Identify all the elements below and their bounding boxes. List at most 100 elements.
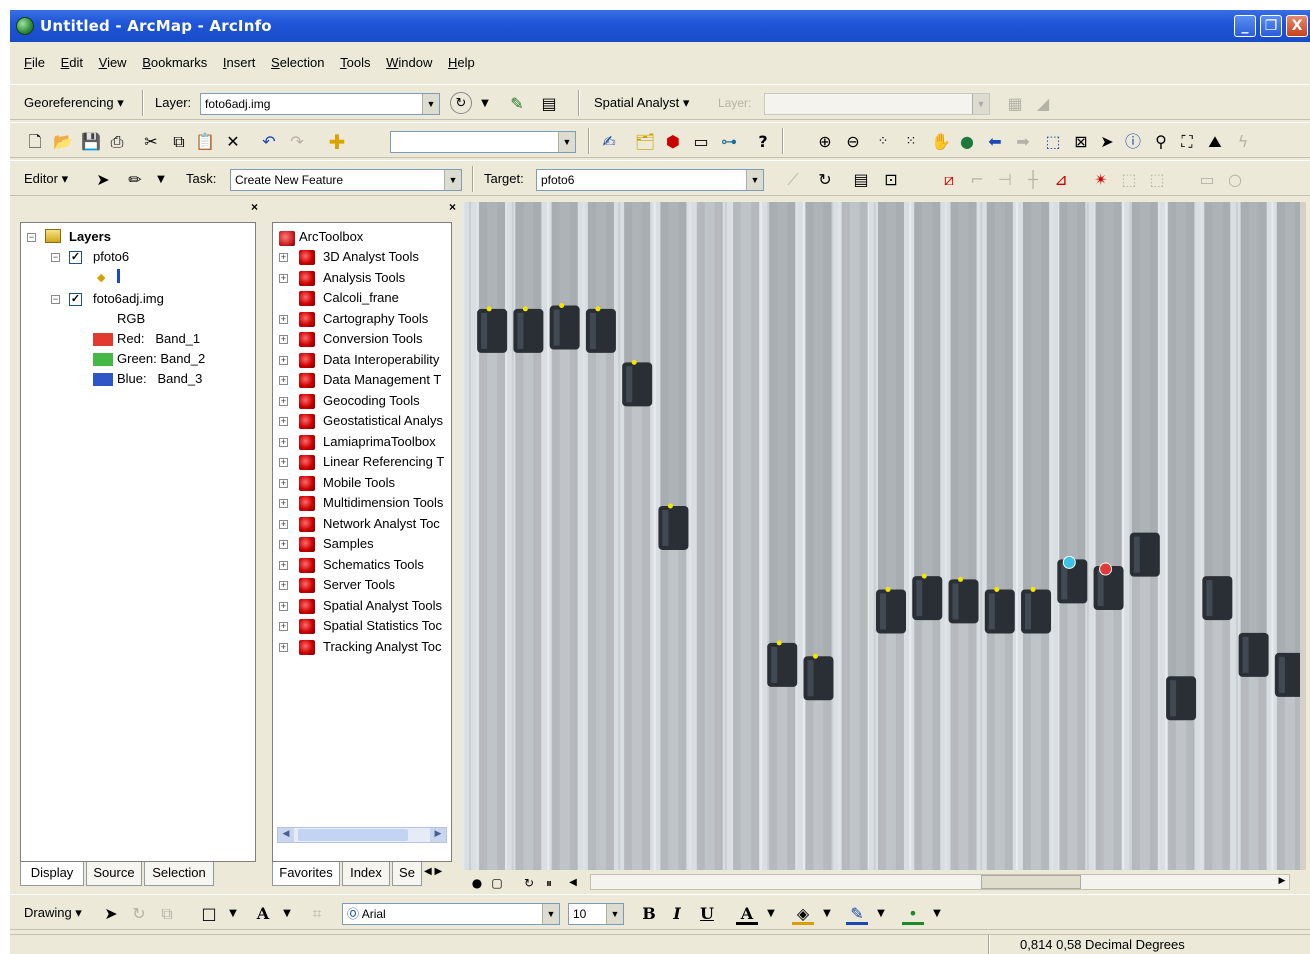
toolbox-item[interactable]: 3D Analyst Tools (323, 247, 419, 267)
tab-selection[interactable]: Selection (144, 862, 214, 886)
undo-icon[interactable]: ↶ (258, 131, 280, 153)
expand-toolbox-icon[interactable]: + (279, 540, 288, 549)
expand-toolbox-icon[interactable]: + (279, 376, 288, 385)
menu-view[interactable]: View (99, 50, 127, 76)
delete-icon[interactable]: ✕ (222, 131, 244, 153)
vertical-scrollbar[interactable] (1300, 202, 1306, 870)
rectangle-dropdown-icon[interactable]: ▼ (222, 903, 244, 925)
close-icon[interactable]: × (449, 200, 456, 214)
layer-checkbox[interactable]: ✓ (69, 293, 82, 306)
toolbox-item[interactable]: Cartography Tools (323, 309, 428, 329)
save-icon[interactable]: 💾 (80, 131, 102, 153)
line-color-dropdown-icon[interactable]: ▼ (870, 903, 892, 925)
toolbox-item[interactable]: Server Tools (323, 575, 395, 595)
command-line-icon[interactable]: ▭ (690, 131, 712, 153)
fixed-zoom-in-icon[interactable]: ⁘ (872, 131, 894, 153)
tab-display[interactable]: Display (20, 862, 84, 886)
editor-menu[interactable]: Editor ▾ (24, 161, 68, 197)
expand-toolbox-icon[interactable]: + (279, 560, 288, 570)
expand-toolbox-icon[interactable]: + (279, 499, 288, 508)
layer-checkbox[interactable]: ✓ (69, 251, 82, 264)
underline-button[interactable]: U (696, 903, 718, 925)
data-view-icon[interactable]: ● (466, 872, 488, 894)
line-color-icon[interactable]: ✎ (846, 903, 868, 925)
expand-toolbox-icon[interactable]: + (279, 519, 288, 529)
toolbox-item[interactable]: Spatial Analyst Tools (323, 596, 442, 616)
toolbox-item[interactable]: Multidimension Tools (323, 493, 443, 513)
fixed-zoom-out-icon[interactable]: ⁙ (900, 131, 922, 153)
add-control-points-icon[interactable]: ✎ (506, 93, 528, 115)
toolbox-root[interactable]: ArcToolbox (299, 227, 363, 247)
expand-toolbox-icon[interactable]: + (279, 478, 288, 488)
arccatalog-icon[interactable]: 🗂 (634, 131, 656, 153)
add-data-icon[interactable]: ✚ (326, 131, 348, 153)
toolbox-item[interactable]: Geocoding Tools (323, 391, 420, 411)
arctoolbox-icon[interactable]: ⬢ (662, 131, 684, 153)
attributes-icon[interactable]: ▤ (850, 169, 872, 191)
horizontal-scrollbar[interactable]: ◀ ▶ (277, 827, 447, 843)
validate-topology-icon[interactable]: ✴ (1090, 169, 1112, 191)
pan-icon[interactable]: ✋ (930, 131, 952, 153)
expand-toolbox-icon[interactable]: + (279, 417, 288, 426)
menu-file[interactable]: File (24, 50, 45, 76)
refresh-icon[interactable]: ↻ (518, 872, 540, 894)
menu-selection[interactable]: Selection (271, 50, 324, 76)
menu-insert[interactable]: Insert (223, 50, 256, 76)
tab-scroll-icon[interactable]: ◀ ▶ (424, 866, 442, 877)
close-button[interactable]: X (1286, 15, 1308, 37)
spatial-analyst-menu[interactable]: Spatial Analyst ▾ (594, 85, 689, 121)
scroll-thumb[interactable] (981, 875, 1081, 889)
sketch-properties-icon[interactable]: ⊡ (880, 169, 902, 191)
scroll-right-icon[interactable]: ▶ (430, 828, 446, 842)
menu-edit[interactable]: Edit (61, 50, 83, 76)
fill-color-dropdown-icon[interactable]: ▼ (816, 903, 838, 925)
font-dropdown[interactable]: Ⓞ Arial ▼ (342, 903, 560, 925)
menu-help[interactable]: Help (448, 50, 475, 76)
scroll-right-icon[interactable]: ▶ (1275, 875, 1289, 889)
measure-icon[interactable]: ⛰ (1204, 131, 1226, 153)
expand-toolbox-icon[interactable]: + (279, 458, 288, 467)
collapse-layer-icon[interactable]: − (51, 295, 60, 304)
sa-layer-dropdown[interactable]: ▼ (764, 93, 990, 115)
cut-icon[interactable]: ✂ (140, 131, 162, 153)
back-extent-icon[interactable]: ⬅ (984, 131, 1006, 153)
tab-index[interactable]: Index (342, 862, 390, 886)
map-view[interactable] (462, 202, 1306, 870)
new-document-icon[interactable]: 🗋 (24, 131, 46, 153)
font-color-icon[interactable]: A (736, 903, 758, 925)
italic-button[interactable]: I (666, 903, 688, 925)
identify-icon[interactable]: ⓘ (1122, 131, 1144, 153)
bold-button[interactable]: B (638, 903, 660, 925)
expand-toolbox-icon[interactable]: + (279, 253, 288, 262)
shared-features-icon[interactable]: ⊿ (1050, 169, 1072, 191)
expand-toolbox-icon[interactable]: + (279, 335, 288, 344)
expand-toolbox-icon[interactable]: + (279, 642, 288, 652)
select-features-icon[interactable]: ⬚ (1042, 131, 1064, 153)
edit-tool-icon[interactable]: ➤ (92, 169, 114, 191)
target-dropdown[interactable]: pfoto6 ▼ (536, 169, 764, 191)
toolbox-item[interactable]: Samples (323, 534, 374, 554)
rectangle-icon[interactable]: □ (198, 903, 220, 925)
collapse-layers-icon[interactable]: − (27, 233, 36, 242)
expand-toolbox-icon[interactable]: + (279, 622, 288, 631)
toolbox-item[interactable]: Network Analyst Toc (323, 514, 440, 534)
font-color-dropdown-icon[interactable]: ▼ (760, 903, 782, 925)
open-folder-icon[interactable]: 📂 (52, 131, 74, 153)
print-icon[interactable]: ⎙ (106, 131, 128, 153)
toolbox-item[interactable]: Data Interoperability (323, 350, 439, 370)
toolbox-item[interactable]: Calcoli_frane (323, 288, 399, 308)
drawing-menu[interactable]: Drawing ▾ (24, 895, 82, 931)
expand-toolbox-icon[interactable]: + (279, 581, 288, 590)
expand-toolbox-icon[interactable]: + (279, 396, 288, 406)
whats-this-icon[interactable]: ? (752, 131, 774, 153)
collapse-layer-icon[interactable]: − (51, 253, 60, 262)
scroll-thumb[interactable] (298, 829, 408, 841)
clear-selection-icon[interactable]: ⊠ (1070, 131, 1092, 153)
horizontal-scrollbar[interactable]: ▶ (590, 874, 1290, 890)
toolbox-item[interactable]: LamiaprimaToolbox (323, 432, 436, 452)
model-builder-icon[interactable]: ⊶ (718, 131, 740, 153)
marker-color-dropdown-icon[interactable]: ▼ (926, 903, 948, 925)
title-bar[interactable]: Untitled - ArcMap - ArcInfo _ ❐ X (10, 10, 1310, 42)
copy-icon[interactable]: ⧉ (168, 131, 190, 153)
editor-toolbar-icon[interactable]: ✍ (598, 131, 620, 153)
